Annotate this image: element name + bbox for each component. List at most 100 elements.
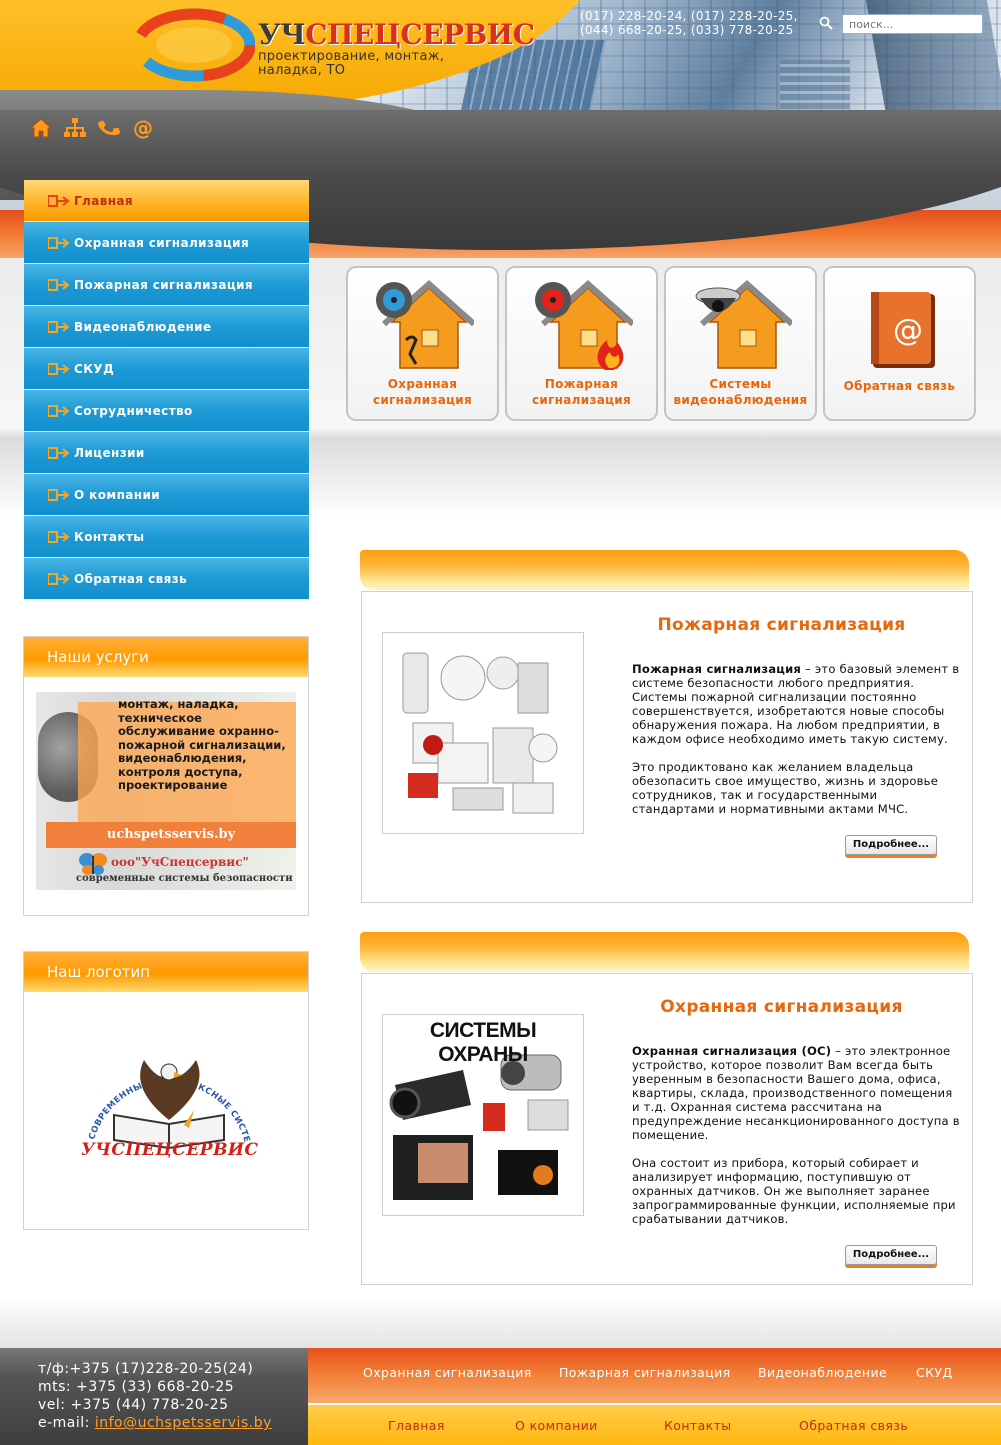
fire-equipment-illustration (402, 652, 558, 814)
menu-arrow-icon (48, 530, 70, 543)
footer-link-video-surveillance[interactable]: Видеонаблюдение (758, 1365, 887, 1380)
article-title: Охранная сигнализация (660, 997, 903, 1017)
footer-phone-line: vel: +375 (44) 778-20-25 (38, 1397, 229, 1413)
home-icon[interactable] (28, 115, 54, 141)
footer-phone-line: т/ф:+375 (17)228-20-25(24) (38, 1361, 254, 1377)
article-header-bar (360, 932, 969, 972)
menu-item-label: О компании (74, 487, 161, 502)
menu-arrow-icon (48, 278, 70, 291)
services-banner-slogan: современные системы безопасности (76, 873, 293, 884)
menu-arrow-icon (48, 404, 70, 417)
logo-word-red: СПЕЦСЕРВИС (305, 18, 535, 51)
menu-item-video-surveillance[interactable]: Видеонаблюдение (24, 306, 309, 348)
menu-arrow-icon (48, 572, 70, 585)
footer-link-fire-alarm[interactable]: Пожарная сигнализация (559, 1365, 731, 1380)
menu-item-label: Главная (74, 193, 134, 208)
menu-arrow-icon (48, 362, 70, 375)
menu-item-fire-alarm[interactable]: Пожарная сигнализация (24, 264, 309, 306)
tile-security-alarm[interactable]: Охранная сигнализация (346, 266, 499, 421)
menu-arrow-icon (48, 446, 70, 459)
security-house-icon (376, 279, 474, 369)
article-text: Пожарная сигнализация – это базовый элем… (632, 662, 962, 830)
services-banner-site: uchspetsservis.by (46, 822, 296, 848)
security-systems-image: СИСТЕМЫ ОХРАНЫ (382, 1014, 584, 1216)
footer-link-about[interactable]: О компании (515, 1418, 598, 1433)
fire-house-icon (535, 279, 633, 370)
logo-word-dark: УЧ (258, 18, 306, 51)
menu-item-home[interactable]: Главная (24, 180, 309, 222)
read-more-button[interactable]: Подробнее... (845, 1245, 937, 1265)
services-banner-text: монтаж, наладка, техническое обслуживани… (118, 697, 286, 792)
main-menu: Главная Охранная сигнализация Пожарная с… (24, 180, 309, 600)
svg-text:@: @ (893, 313, 923, 348)
article-lead-bold: Пожарная сигнализация (632, 662, 802, 676)
footer-email-link[interactable]: info@uchspetsservis.by (95, 1415, 272, 1431)
menu-arrow-icon (48, 194, 70, 207)
sitemap-icon[interactable] (62, 115, 88, 141)
menu-item-label: СКУД (74, 361, 115, 376)
menu-item-about[interactable]: О компании (24, 474, 309, 516)
phones-line-1: (017) 228-20-24, (017) 228-20-25, (580, 9, 798, 23)
footer-link-feedback[interactable]: Обратная связь (799, 1418, 908, 1433)
menu-item-label: Обратная связь (74, 571, 188, 586)
logo-box-title: Наш логотип (24, 952, 308, 992)
menu-item-cooperation[interactable]: Сотрудничество (24, 390, 309, 432)
footer-link-home[interactable]: Главная (388, 1418, 445, 1433)
footer-phone-line: mts: +375 (33) 668-20-25 (38, 1379, 235, 1395)
article-lead-rest: – это электронное устройство, которое по… (632, 1044, 960, 1142)
article-paragraph: Она состоит из прибора, который собирает… (632, 1156, 956, 1226)
site-tagline: проектирование, монтаж, наладка, ТО (258, 49, 445, 78)
menu-arrow-icon (48, 488, 70, 501)
logo-swirl-icon[interactable] (133, 8, 255, 82)
quick-icons-bar: @ (28, 115, 156, 141)
phones-line-2: (044) 668-20-25, (033) 778-20-25 (580, 23, 794, 37)
search-icon[interactable] (819, 16, 833, 30)
article-lead-bold: Охранная сигнализация (ОС) (632, 1044, 832, 1058)
footer-link-access-control[interactable]: СКУД (916, 1365, 953, 1380)
emblem-word: УЧСПЕЦСЕРВИС (81, 1140, 259, 1160)
menu-item-licenses[interactable]: Лицензии (24, 432, 309, 474)
footer-main-nav: Главная О компании Контакты Обратная свя… (308, 1405, 1001, 1445)
phone-icon[interactable] (96, 115, 122, 141)
tile-fire-alarm[interactable]: Пожарная сигнализация (505, 266, 658, 421)
tile-video-surveillance[interactable]: Системы видеонаблюдения (664, 266, 817, 421)
article-paragraph: Это продиктовано как желанием владельца … (632, 760, 939, 816)
article-security-alarm: СИСТЕМЫ ОХРАНЫ Охранная сигнализация Охр… (361, 973, 973, 1285)
camera-house-icon (695, 279, 792, 369)
menu-item-label: Видеонаблюдение (74, 319, 212, 334)
footer-email-label: e-mail: (38, 1415, 95, 1431)
article-header-bar (360, 550, 969, 590)
menu-item-label: Контакты (74, 529, 145, 544)
menu-item-feedback[interactable]: Обратная связь (24, 558, 309, 600)
tile-feedback[interactable]: @ Обратная связь (823, 266, 976, 421)
address-book-icon: @ (871, 292, 935, 368)
services-banner-company: ооо"УчСпецсервис" (111, 855, 249, 869)
article-title: Пожарная сигнализация (657, 615, 906, 635)
services-banner[interactable]: монтаж, наладка, техническое обслуживани… (36, 692, 296, 890)
tile-label: Пожарная сигнализация (531, 377, 632, 407)
article-text: Охранная сигнализация (ОС) – это электро… (632, 1044, 962, 1240)
tile-label: Охранная сигнализация (372, 377, 473, 407)
footer-link-security-alarm[interactable]: Охранная сигнализация (363, 1365, 532, 1380)
fire-alarm-equipment-image (382, 632, 584, 834)
menu-arrow-icon (48, 236, 70, 249)
footer-link-contacts[interactable]: Контакты (664, 1418, 732, 1433)
services-box: Наши услуги монтаж, наладка, техническое… (23, 636, 309, 916)
footer-contacts: т/ф:+375 (17)228-20-25(24) mts: +375 (33… (0, 1348, 308, 1445)
email-icon[interactable]: @ (130, 115, 156, 141)
menu-item-access-control[interactable]: СКУД (24, 348, 309, 390)
footer-email-line: e-mail: info@uchspetsservis.by (38, 1414, 308, 1432)
site-logo-text[interactable]: УЧСПЕЦСЕРВИС (258, 18, 535, 51)
services-box-title: Наши услуги (24, 637, 308, 677)
menu-item-security-alarm[interactable]: Охранная сигнализация (24, 222, 309, 264)
header-phones: (017) 228-20-24, (017) 228-20-25, (044) … (580, 9, 810, 37)
menu-item-contacts[interactable]: Контакты (24, 516, 309, 558)
tile-label: Обратная связь (843, 379, 956, 393)
search-input[interactable] (842, 14, 983, 34)
article-fire-alarm: Пожарная сигнализация Пожарная сигнализа… (361, 591, 973, 903)
svg-text:@: @ (133, 116, 153, 140)
tile-label: Системы видеонаблюдения (673, 377, 808, 407)
menu-item-label: Лицензии (74, 445, 145, 460)
read-more-button[interactable]: Подробнее... (845, 835, 937, 855)
logo-box: Наш логотип СОВРЕМЕННЫЕ КОМПЛЕКСНЫЕ СИСТ… (23, 951, 309, 1230)
